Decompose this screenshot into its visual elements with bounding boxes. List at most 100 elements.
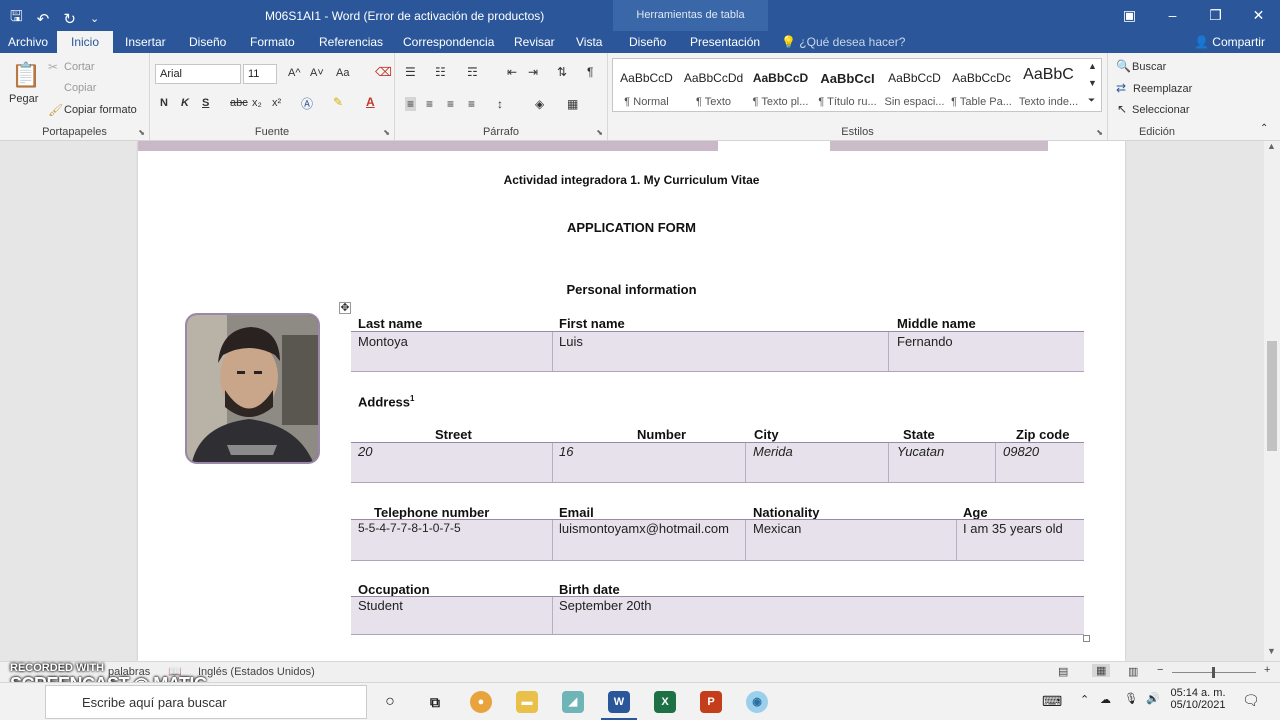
word-icon[interactable]: W <box>608 691 630 713</box>
maximize-button[interactable]: ❐ <box>1194 0 1237 31</box>
tab-revisar[interactable]: Revisar <box>514 35 555 49</box>
subscript-button[interactable]: x₂ <box>252 97 262 109</box>
italic-button[interactable]: K <box>181 97 189 109</box>
scroll-up-icon[interactable]: ▲ <box>1267 141 1276 151</box>
style-normal[interactable]: AaBbCcD ¶ Normal <box>613 59 680 111</box>
ribbon-display-icon[interactable]: ▣ <box>1108 0 1151 31</box>
number-value[interactable]: 16 <box>559 444 573 459</box>
strikethrough-button[interactable]: abc <box>230 97 248 109</box>
style-texto-plano[interactable]: AaBbCcD ¶ Texto pl... <box>747 59 814 111</box>
cortana-icon[interactable]: ○ <box>379 691 401 713</box>
change-case-button[interactable]: Aa <box>336 67 349 79</box>
tab-table-design[interactable]: Diseño <box>629 35 666 49</box>
align-left-icon[interactable]: ≡ <box>405 97 417 111</box>
styles-scroll-down-icon[interactable]: ▼ <box>1088 78 1097 88</box>
minimize-button[interactable]: – <box>1151 0 1194 31</box>
file-explorer-icon[interactable]: ▬ <box>516 691 538 713</box>
customize-qat-icon[interactable]: ⌄ <box>90 12 99 25</box>
styles-launcher-icon[interactable]: ⬊ <box>1096 128 1103 137</box>
taskbar-search[interactable]: Escribe aquí para buscar <box>45 685 367 719</box>
multilevel-list-icon[interactable]: ☶ <box>467 65 478 79</box>
increase-indent-icon[interactable]: ⇥ <box>528 65 538 79</box>
shrink-font-button[interactable]: A˅ <box>310 67 324 79</box>
microphone-icon[interactable]: 🎙 <box>1124 692 1138 705</box>
underline-button[interactable]: S <box>202 97 209 109</box>
age-value[interactable]: I am 35 years old <box>963 521 1063 536</box>
shading-icon[interactable]: ◈ <box>535 97 544 111</box>
first-name-value[interactable]: Luis <box>559 334 583 349</box>
clipboard-launcher-icon[interactable]: ⬊ <box>138 128 145 137</box>
email-value[interactable]: luismontoyamx@hotmail.com <box>559 521 729 536</box>
volume-icon[interactable]: 🔊 <box>1146 692 1160 705</box>
tell-me-box[interactable]: 💡 ¿Qué desea hacer? <box>781 35 905 49</box>
occupation-value[interactable]: Student <box>358 598 403 613</box>
align-center-icon[interactable]: ≡ <box>426 97 433 111</box>
copy-button[interactable]: Copiar <box>64 82 96 94</box>
bold-button[interactable]: N <box>160 97 168 109</box>
font-name-select[interactable]: Arial <box>155 64 241 84</box>
tab-vista[interactable]: Vista <box>576 35 602 49</box>
zoom-out-icon[interactable]: − <box>1157 664 1163 676</box>
highlight-icon[interactable]: ✎ <box>333 95 343 109</box>
numbering-icon[interactable]: ☷ <box>435 65 446 79</box>
align-right-icon[interactable]: ≡ <box>447 97 454 111</box>
clear-format-icon[interactable]: ⌫ <box>375 65 392 79</box>
scroll-thumb[interactable] <box>1267 341 1277 451</box>
font-launcher-icon[interactable]: ⬊ <box>383 128 390 137</box>
style-titulo[interactable]: AaBbCcI ¶ Título ru... <box>814 59 881 111</box>
task-view-icon[interactable]: ⧉ <box>424 691 446 713</box>
tab-inicio[interactable]: Inicio <box>57 31 114 53</box>
close-button[interactable]: ✕ <box>1237 0 1280 31</box>
show-marks-icon[interactable]: ¶ <box>587 65 593 79</box>
zoom-slider-thumb[interactable] <box>1212 667 1215 678</box>
vertical-scrollbar[interactable]: ▲ ▼ <box>1264 141 1280 661</box>
save-icon[interactable]: 🖫 <box>10 6 23 31</box>
table-move-handle-icon[interactable]: ✥ <box>339 302 351 314</box>
street-value[interactable]: 20 <box>358 444 372 459</box>
style-texto-indentado[interactable]: AaBbC Texto inde... <box>1015 59 1082 111</box>
language-status[interactable]: Inglés (Estados Unidos) <box>198 666 315 678</box>
last-name-value[interactable]: Montoya <box>358 334 408 349</box>
styles-scroll-up-icon[interactable]: ▲ <box>1088 61 1097 71</box>
text-effects-icon[interactable]: Ⓐ <box>301 95 313 112</box>
screencast-icon[interactable]: ◉ <box>746 691 768 713</box>
tray-chevron-icon[interactable]: ⌃ <box>1080 693 1089 706</box>
undo-icon[interactable]: ↶ <box>37 10 50 28</box>
replace-button[interactable]: Reemplazar <box>1133 83 1192 95</box>
phone-value[interactable]: 5-5-4-7-7-8-1-0-7-5 <box>358 521 461 535</box>
font-size-select[interactable]: 11 <box>243 64 277 84</box>
nationality-value[interactable]: Mexican <box>753 521 801 536</box>
keyboard-icon[interactable]: ⌨ <box>1042 693 1062 710</box>
style-table-paragraph[interactable]: AaBbCcDc ¶ Table Pa... <box>948 59 1015 111</box>
font-color-icon[interactable]: A <box>366 95 375 109</box>
onedrive-icon[interactable]: ☁ <box>1100 693 1111 706</box>
app-icon[interactable]: ◢ <box>562 691 584 713</box>
decrease-indent-icon[interactable]: ⇤ <box>507 65 517 79</box>
bullets-icon[interactable]: ☰ <box>405 65 416 79</box>
paste-button[interactable]: Pegar <box>9 93 38 105</box>
tab-formato[interactable]: Formato <box>250 35 295 49</box>
scroll-down-icon[interactable]: ▼ <box>1267 646 1276 656</box>
styles-more-icon[interactable]: ⏷ <box>1088 95 1095 106</box>
notifications-icon[interactable]: 🗨 <box>1242 692 1260 709</box>
excel-icon[interactable]: X <box>654 691 676 713</box>
clock[interactable]: 05:14 a. m. 05/10/2021 <box>1166 687 1230 711</box>
tab-diseno[interactable]: Diseño <box>189 35 226 49</box>
style-sin-espaciado[interactable]: AaBbCcD Sin espaci... <box>881 59 948 111</box>
select-button[interactable]: Seleccionar <box>1132 104 1189 116</box>
web-layout-icon[interactable]: ▥ <box>1128 665 1138 678</box>
print-layout-icon[interactable]: ▦ <box>1092 664 1111 677</box>
powerpoint-icon[interactable]: P <box>700 691 722 713</box>
read-mode-icon[interactable]: ▤ <box>1058 665 1068 678</box>
paste-icon[interactable]: 📋 <box>11 61 41 90</box>
tab-table-layout[interactable]: Presentación <box>690 35 760 49</box>
zip-value[interactable]: 09820 <box>1003 444 1039 459</box>
collapse-ribbon-icon[interactable]: ⌃ <box>1260 123 1268 134</box>
borders-icon[interactable]: ▦ <box>567 97 578 111</box>
share-button[interactable]: 👤 Compartir <box>1194 35 1265 49</box>
superscript-button[interactable]: x² <box>272 97 281 109</box>
tab-archivo[interactable]: Archivo <box>8 35 48 49</box>
sort-icon[interactable]: ⇅ <box>557 65 567 79</box>
justify-icon[interactable]: ≡ <box>468 97 475 111</box>
tab-insertar[interactable]: Insertar <box>125 35 166 49</box>
